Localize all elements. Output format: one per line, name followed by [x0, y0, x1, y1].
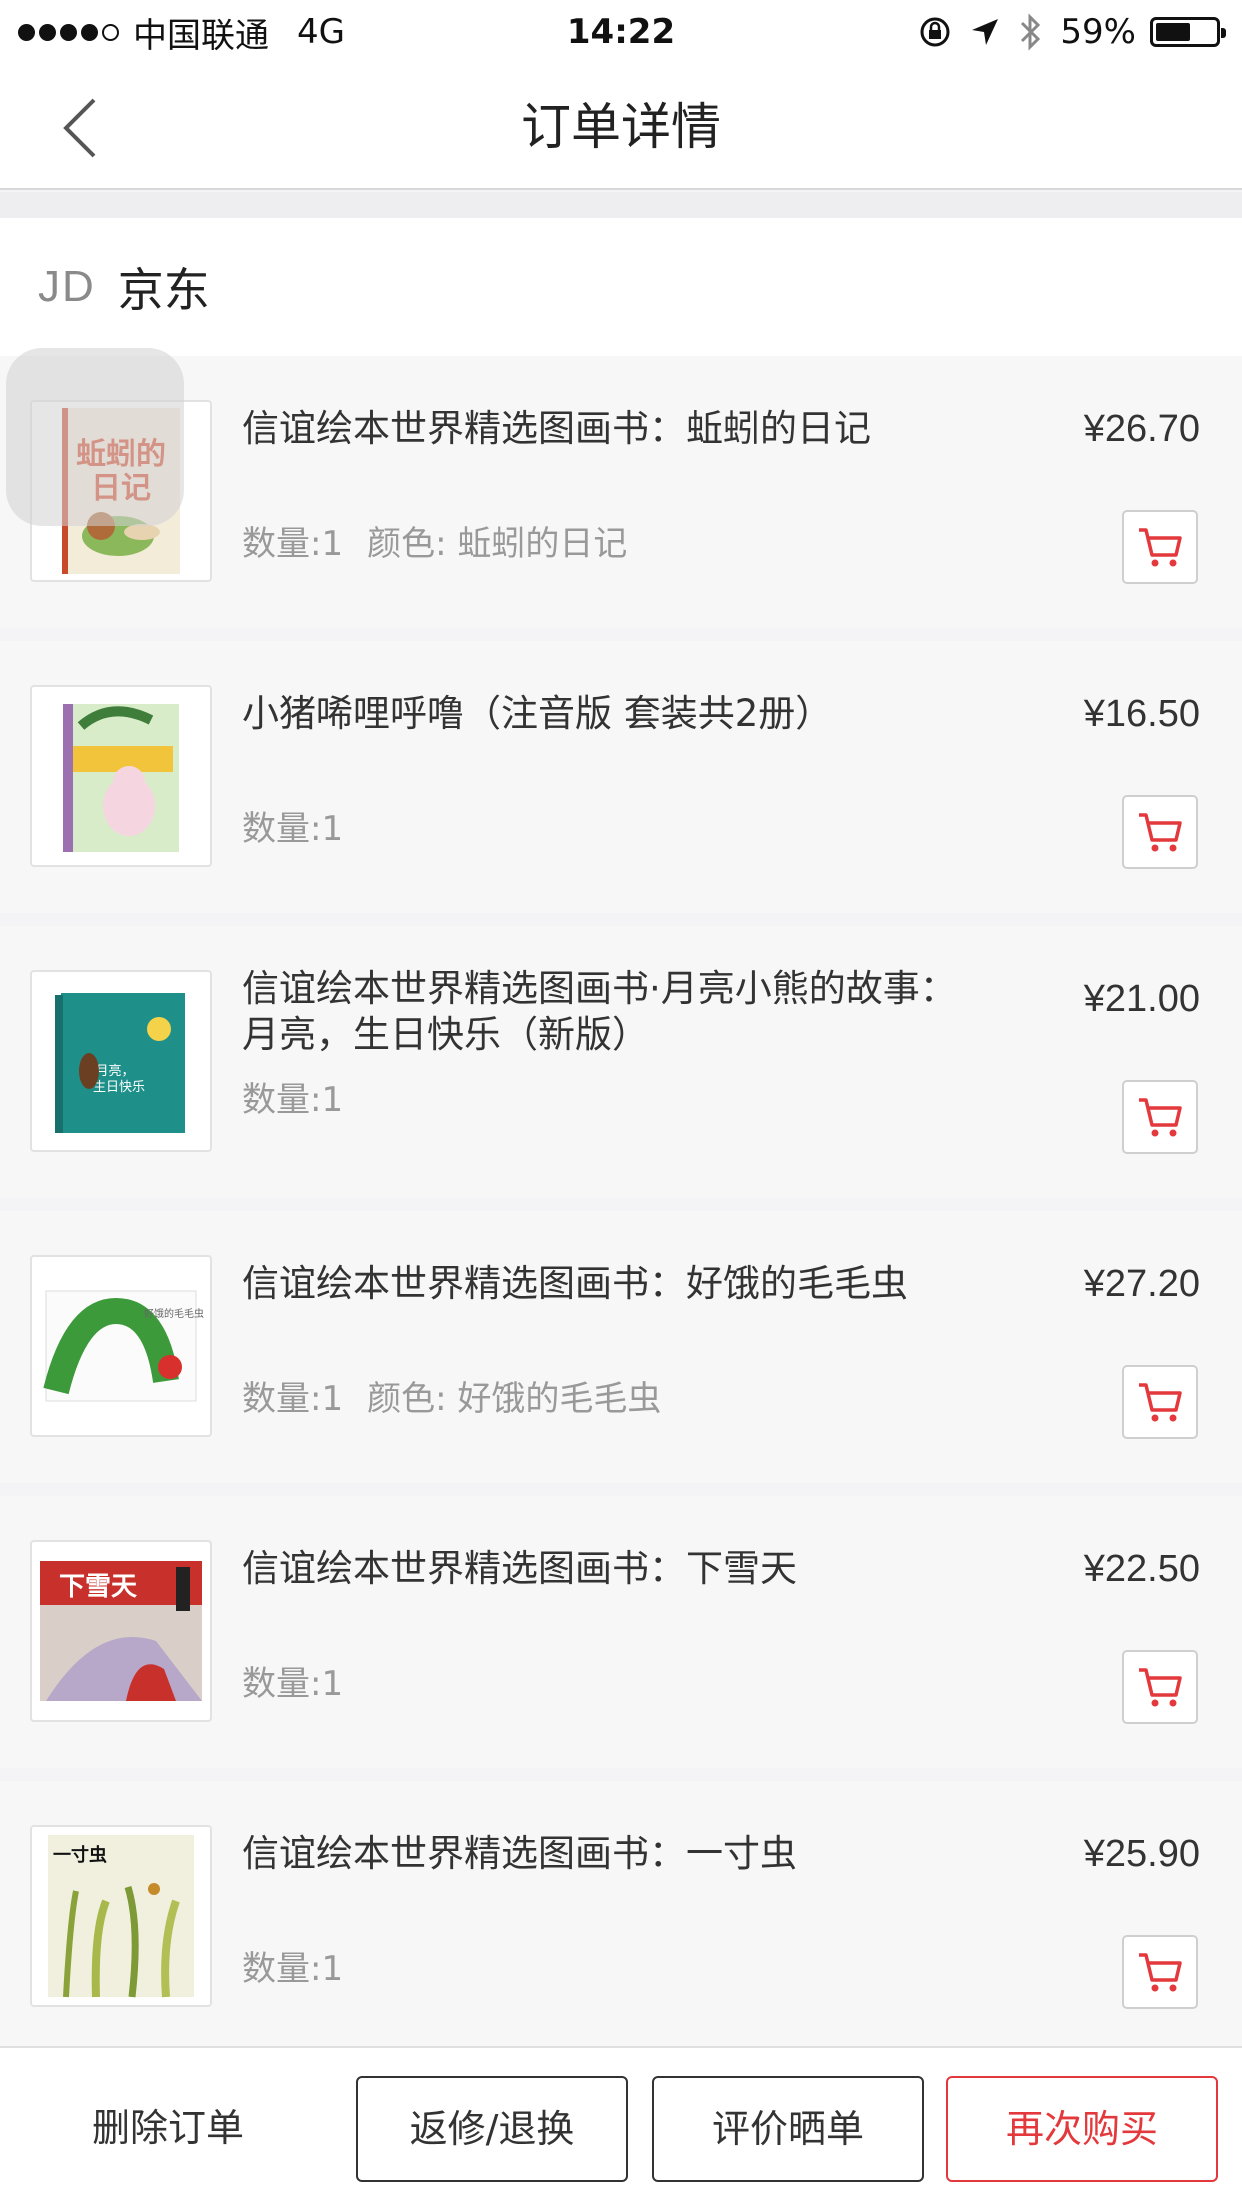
back-button[interactable] [40, 88, 120, 168]
product-price: ¥27.20 [1083, 1263, 1200, 1305]
cover-title: 下雪天 [59, 1572, 137, 1602]
product-price: ¥21.00 [1083, 978, 1200, 1020]
list-item[interactable]: 一寸虫 信谊绘本世界精选图画书：一寸虫 数量:1 ¥25.90 [0, 1781, 1242, 2053]
return-exchange-button[interactable]: 返修/退换 [356, 2076, 628, 2182]
product-image[interactable] [30, 685, 212, 867]
product-title[interactable]: 信谊绘本世界精选图画书：蚯蚓的日记 [242, 406, 962, 452]
list-item[interactable]: 下雪天 信谊绘本世界精选图画书：下雪天 数量:1 ¥22.50 [0, 1496, 1242, 1768]
product-title[interactable]: 小猪唏哩呼噜（注音版 套装共2册） [242, 691, 962, 737]
list-item[interactable]: 蚯蚓的 日记 信谊绘本世界精选图画书：蚯蚓的日记 数量:1颜色: 蚯蚓的日记 ¥… [0, 356, 1242, 628]
battery-percent: 59% [1060, 12, 1136, 52]
product-title[interactable]: 信谊绘本世界精选图画书：下雪天 [242, 1546, 962, 1592]
navigation-bar: 订单详情 [0, 64, 1242, 190]
cover-title: 一寸虫 [53, 1844, 107, 1866]
list-item[interactable]: 小猪唏哩呼噜（注音版 套装共2册） 数量:1 ¥16.50 [0, 641, 1242, 913]
status-bar: 中国联通 4G 14:22 59% [0, 0, 1242, 64]
shopping-cart-icon [1139, 528, 1182, 567]
product-image[interactable]: 好饿的毛毛虫 [30, 1255, 212, 1437]
product-color: 颜色: 蚯蚓的日记 [367, 524, 628, 564]
page-title: 订单详情 [521, 98, 721, 156]
add-to-cart-button[interactable] [1122, 1080, 1198, 1154]
list-item[interactable]: 好饿的毛毛虫 信谊绘本世界精选图画书：好饿的毛毛虫 数量:1 颜色: 好饿的毛毛虫… [0, 1211, 1242, 1483]
section-divider [0, 192, 1242, 218]
product-image[interactable]: 下雪天 [30, 1540, 212, 1722]
product-meta: 数量:1 [242, 1072, 367, 1121]
add-to-cart-button[interactable] [1122, 1650, 1198, 1724]
status-right: 59% [918, 10, 1226, 54]
product-quantity: 数量:1 [242, 1379, 344, 1419]
cover-subtitle: 生日快乐 [93, 1080, 145, 1095]
buy-again-button[interactable]: 再次购买 [946, 2076, 1218, 2182]
product-title[interactable]: 信谊绘本世界精选图画书：一寸虫 [242, 1831, 962, 1877]
bottom-action-bar: 删除订单 返修/退换 评价晒单 再次购买 [0, 2046, 1242, 2208]
shopping-cart-icon [1139, 1098, 1182, 1137]
location-arrow-icon [970, 17, 1000, 47]
product-title[interactable]: 信谊绘本世界精选图画书：好饿的毛毛虫 [242, 1261, 962, 1307]
product-meta: 数量:1 颜色: 蚯蚓的日记 [242, 516, 651, 565]
cover-title: 好饿的毛毛虫 [144, 1307, 204, 1320]
list-item[interactable]: 月亮， 生日快乐 信谊绘本世界精选图画书·月亮小熊的故事：月亮，生日快乐（新版）… [0, 926, 1242, 1198]
assistive-touch-button[interactable] [6, 348, 184, 526]
shopping-cart-icon [1139, 1953, 1182, 1992]
product-meta: 数量:1 颜色: 好饿的毛毛虫 [242, 1371, 685, 1420]
product-image[interactable]: 一寸虫 [30, 1825, 212, 2007]
rotation-lock-icon [918, 15, 952, 49]
product-color: 颜色: 好饿的毛毛虫 [367, 1379, 662, 1419]
product-price: ¥22.50 [1083, 1548, 1200, 1590]
product-price: ¥26.70 [1083, 408, 1200, 450]
add-to-cart-button[interactable] [1122, 1935, 1198, 2009]
add-to-cart-button[interactable] [1122, 1365, 1198, 1439]
shopping-cart-icon [1139, 1383, 1182, 1422]
product-title[interactable]: 信谊绘本世界精选图画书·月亮小熊的故事：月亮，生日快乐（新版） [242, 966, 962, 1058]
product-quantity: 数量:1 [242, 1080, 344, 1120]
product-meta: 数量:1 [242, 1656, 367, 1705]
cover-title: 月亮， [95, 1063, 134, 1079]
product-quantity: 数量:1 [242, 1949, 344, 1989]
shopping-cart-icon [1139, 1668, 1182, 1707]
product-price: ¥25.90 [1083, 1833, 1200, 1875]
bluetooth-icon [1018, 13, 1042, 51]
product-quantity: 数量:1 [242, 1664, 344, 1704]
chevron-left-icon [63, 98, 96, 158]
add-to-cart-button[interactable] [1122, 795, 1198, 869]
product-quantity: 数量:1 [242, 524, 344, 564]
shopping-cart-icon [1139, 813, 1182, 852]
review-order-button[interactable]: 评价晒单 [652, 2076, 924, 2182]
battery-icon [1150, 17, 1226, 47]
product-quantity: 数量:1 [242, 809, 344, 849]
shop-name: 京东 [117, 263, 210, 317]
product-image[interactable]: 月亮， 生日快乐 [30, 970, 212, 1152]
product-meta: 数量:1 [242, 1941, 367, 1990]
product-meta: 数量:1 [242, 801, 367, 850]
shop-header[interactable]: JD 京东 [0, 218, 1242, 356]
shop-logo: JD [38, 262, 96, 311]
product-price: ¥16.50 [1083, 693, 1200, 735]
delete-order-button[interactable]: 删除订单 [40, 2076, 296, 2180]
add-to-cart-button[interactable] [1122, 510, 1198, 584]
